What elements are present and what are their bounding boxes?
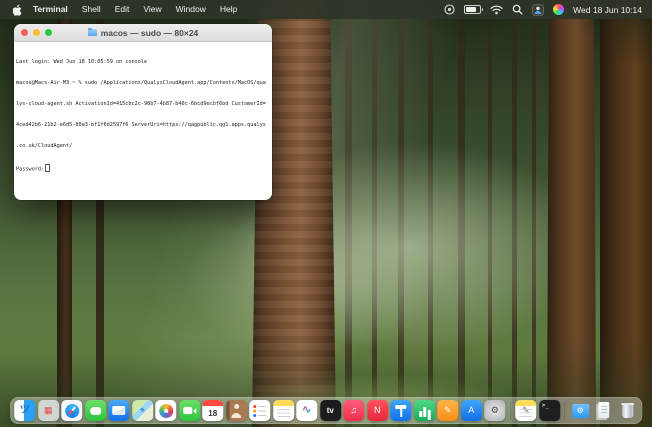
maps-icon: ⌖ xyxy=(139,405,145,415)
dock-item-contacts[interactable] xyxy=(225,400,247,421)
terminal-line: .co.uk/CloudAgent/ xyxy=(16,143,73,149)
zoom-button[interactable] xyxy=(45,29,52,36)
terminal-window[interactable]: macos — sudo — 80×24 Last login: Wed Jun… xyxy=(14,24,272,200)
dock-item-news[interactable]: N xyxy=(366,400,388,421)
freeform-icon: ∿ xyxy=(302,404,312,416)
window-title-text: macos — sudo — 80×24 xyxy=(100,27,199,38)
settings-icon: ⚙ xyxy=(490,405,499,415)
dock-item-appstore[interactable]: A xyxy=(460,400,482,421)
terminal-content[interactable]: Last login: Wed Jun 18 10:05:59 on conso… xyxy=(14,42,272,200)
dock-divider xyxy=(509,401,511,420)
window-title: macos — sudo — 80×24 xyxy=(87,27,199,38)
menu-bar: Terminal Shell Edit View Window Help Wed… xyxy=(0,0,652,19)
appstore-icon: A xyxy=(468,405,475,415)
magnifier-glyph-icon xyxy=(512,4,523,15)
terminal-line: macos@Macs-Air-M3 ~ % sudo /Applications… xyxy=(16,80,266,86)
textedit-icon: ✎ xyxy=(521,405,530,415)
terminal-icon: >_ xyxy=(541,402,549,409)
dock-item-trash[interactable] xyxy=(617,400,638,421)
terminal-prompt-line: Password: xyxy=(16,164,270,174)
finder-icon: ツ xyxy=(19,404,30,416)
siri-icon[interactable] xyxy=(553,0,565,19)
dock-item-reminders[interactable] xyxy=(249,400,271,421)
menu-window[interactable]: Window xyxy=(169,0,213,19)
dock-item-notes[interactable] xyxy=(272,400,294,421)
dock-item-music[interactable]: ♫ xyxy=(343,400,365,421)
dock-item-safari[interactable] xyxy=(61,400,83,421)
dock-item-mail[interactable] xyxy=(108,400,130,421)
dock-item-messages[interactable] xyxy=(84,400,106,421)
dock-item-textedit[interactable]: ✎ xyxy=(515,400,537,421)
apple-menu[interactable] xyxy=(10,0,26,19)
dock-divider xyxy=(564,401,566,420)
news-icon: N xyxy=(374,405,381,415)
launchpad-icon: ▦ xyxy=(43,405,53,415)
dock-item-launchpad[interactable]: ▦ xyxy=(37,400,59,421)
user-glyph-icon xyxy=(532,3,544,16)
dock-item-photos[interactable] xyxy=(155,400,177,421)
dock-item-finder[interactable]: ツ xyxy=(14,400,36,421)
tv-icon: tv xyxy=(326,405,334,415)
desktop: Terminal Shell Edit View Window Help Wed… xyxy=(0,0,652,427)
dock-item-settings[interactable]: ⚙ xyxy=(484,400,506,421)
menu-view[interactable]: View xyxy=(136,0,168,19)
dock-item-freeform[interactable]: ∿ xyxy=(296,400,318,421)
menu-bar-clock[interactable]: Wed 18 Jun 10:14 xyxy=(573,5,642,15)
menu-app-name[interactable]: Terminal xyxy=(26,0,75,19)
dock-item-facetime[interactable] xyxy=(178,400,200,421)
wifi-glyph-icon xyxy=(490,5,503,14)
user-switch-icon[interactable] xyxy=(532,0,544,19)
dock-item-tv[interactable]: tv xyxy=(319,400,341,421)
menu-shell[interactable]: Shell xyxy=(75,0,108,19)
calendar-band xyxy=(202,400,224,406)
dock-item-downloads[interactable] xyxy=(593,400,614,421)
terminal-line: lys-cloud-agent.sh ActivationId=415cbc2c… xyxy=(16,101,266,107)
terminal-line: 4ced42b6-21b2-e6d5-80a3-bf1f6d2597f6 Ser… xyxy=(16,122,266,128)
dock-item-numbers[interactable] xyxy=(413,400,435,421)
dock-item-pages[interactable]: ✎ xyxy=(437,400,459,421)
apple-logo-icon xyxy=(13,4,22,16)
terminal-cursor xyxy=(44,164,50,172)
menu-extra-icon[interactable] xyxy=(444,0,455,19)
applications-folder-icon: ⚙ xyxy=(576,405,584,415)
battery-icon[interactable] xyxy=(464,0,484,19)
minimize-button[interactable] xyxy=(33,29,40,36)
dock-item-applications-folder[interactable]: ⚙ xyxy=(570,400,591,421)
music-icon: ♫ xyxy=(350,405,358,415)
menu-extra-glyph-icon xyxy=(444,4,455,15)
dock-item-maps[interactable]: ⌖ xyxy=(131,400,153,421)
menu-edit[interactable]: Edit xyxy=(108,0,137,19)
dock-item-keynote[interactable] xyxy=(390,400,412,421)
calendar-day: 18 xyxy=(208,408,218,418)
menu-help[interactable]: Help xyxy=(213,0,244,19)
dock-item-calendar[interactable]: 18 xyxy=(202,400,224,421)
folder-proxy-icon xyxy=(87,27,97,36)
pages-icon: ✎ xyxy=(443,405,452,415)
dock-item-terminal[interactable]: >_ xyxy=(538,400,560,421)
password-prompt: Password: xyxy=(16,166,45,173)
dock: ツ ▦ ⌖ 18 ∿ tv ♫ N ✎ A ⚙ ✎ >_ ⚙ xyxy=(10,397,642,424)
terminal-titlebar[interactable]: macos — sudo — 80×24 xyxy=(14,24,272,42)
close-button[interactable] xyxy=(21,29,28,36)
spotlight-icon[interactable] xyxy=(512,0,523,19)
terminal-line: Last login: Wed Jun 18 10:05:59 on conso… xyxy=(16,59,148,65)
wifi-icon[interactable] xyxy=(490,0,503,19)
